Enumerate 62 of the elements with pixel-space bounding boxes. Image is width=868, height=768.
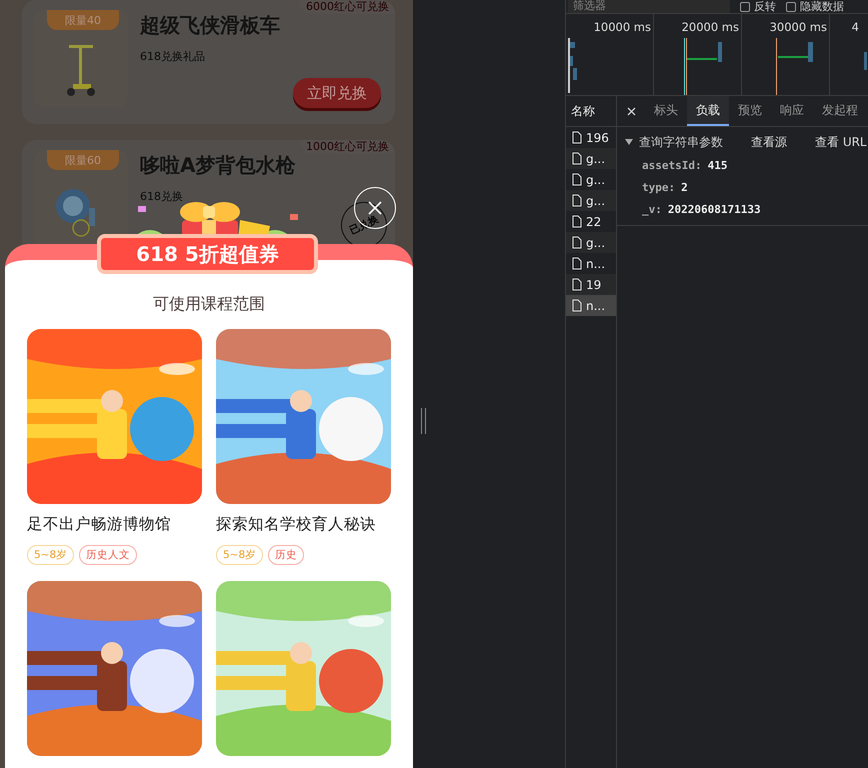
tab[interactable]: 负载: [687, 96, 729, 126]
request-row[interactable]: g...: [566, 190, 616, 211]
course-tag: 5~8岁: [27, 545, 74, 565]
triangle-icon: [625, 138, 633, 146]
limit-badge: 限量40: [47, 10, 119, 30]
timeline-tick-label: 20000 ms: [682, 20, 740, 34]
document-icon: [572, 131, 582, 144]
redeem-button[interactable]: 立即兑换: [293, 78, 381, 108]
document-icon: [572, 173, 582, 186]
tab[interactable]: 预览: [729, 96, 771, 126]
coupon-banner: 618 5折超值券: [97, 234, 318, 274]
param-value: 2: [681, 180, 688, 194]
course-title[interactable]: 探索知名学校育人秘诀: [216, 514, 391, 535]
param-value: 415: [708, 158, 728, 172]
section-toggle[interactable]: 查询字符串参数: [625, 134, 723, 150]
section-title: 可使用课程范围: [153, 294, 265, 315]
request-row[interactable]: 19: [566, 274, 616, 295]
product-title: 超级飞侠滑板车: [140, 12, 280, 39]
product-subtitle: 618兑换礼品: [140, 49, 206, 64]
checkbox-label: 隐藏数据: [800, 0, 844, 14]
limit-badge: 限量60: [47, 150, 119, 170]
tab[interactable]: 响应: [771, 96, 813, 126]
document-icon: [572, 236, 582, 249]
timeline-tick-label: 4: [852, 20, 860, 34]
course-title[interactable]: 足不出户畅游博物馆: [27, 514, 202, 535]
close-icon: [626, 106, 636, 116]
checkbox[interactable]: [786, 2, 796, 12]
course-tag: 历史: [268, 545, 304, 565]
param-value: 20220608171133: [668, 202, 761, 216]
document-icon: [572, 278, 582, 291]
request-row[interactable]: 22: [566, 211, 616, 232]
checkbox[interactable]: [740, 2, 750, 12]
request-row[interactable]: 196: [566, 127, 616, 148]
course-tag: 5~8岁: [216, 545, 264, 565]
checkbox-label: 反转: [754, 0, 776, 14]
filter-field[interactable]: 筛选器: [568, 0, 730, 13]
document-icon: [572, 257, 582, 270]
document-icon: [572, 152, 582, 165]
timeline-tick-label: 30000 ms: [770, 20, 828, 34]
request-row[interactable]: n...: [566, 295, 616, 316]
tab[interactable]: 标头: [645, 96, 687, 126]
request-row[interactable]: g...: [566, 148, 616, 169]
price-note: 1000红心可兑换: [300, 140, 395, 154]
timeline-tick-label: 10000 ms: [594, 20, 652, 34]
column-header[interactable]: 名称: [566, 96, 616, 127]
request-row[interactable]: n...: [566, 253, 616, 274]
action-link[interactable]: 查看源: [751, 134, 787, 150]
course-tag: 历史人文: [79, 545, 138, 565]
document-icon: [572, 299, 582, 312]
action-link[interactable]: 查看 URL: [815, 134, 867, 150]
splitter-handle[interactable]: [421, 408, 426, 434]
product-title: 哆啦A梦背包水枪: [140, 152, 296, 179]
param-key: assetsId:: [642, 158, 702, 172]
price-note: 6000红心可兑换: [300, 0, 395, 14]
request-row[interactable]: g...: [566, 169, 616, 190]
tab[interactable]: 发起程: [813, 96, 867, 126]
request-row[interactable]: g...: [566, 232, 616, 253]
param-key: _v:: [642, 202, 662, 216]
document-icon: [572, 215, 582, 228]
param-key: type:: [642, 180, 676, 194]
product-subtitle: 618兑换: [140, 189, 184, 204]
document-icon: [572, 194, 582, 207]
